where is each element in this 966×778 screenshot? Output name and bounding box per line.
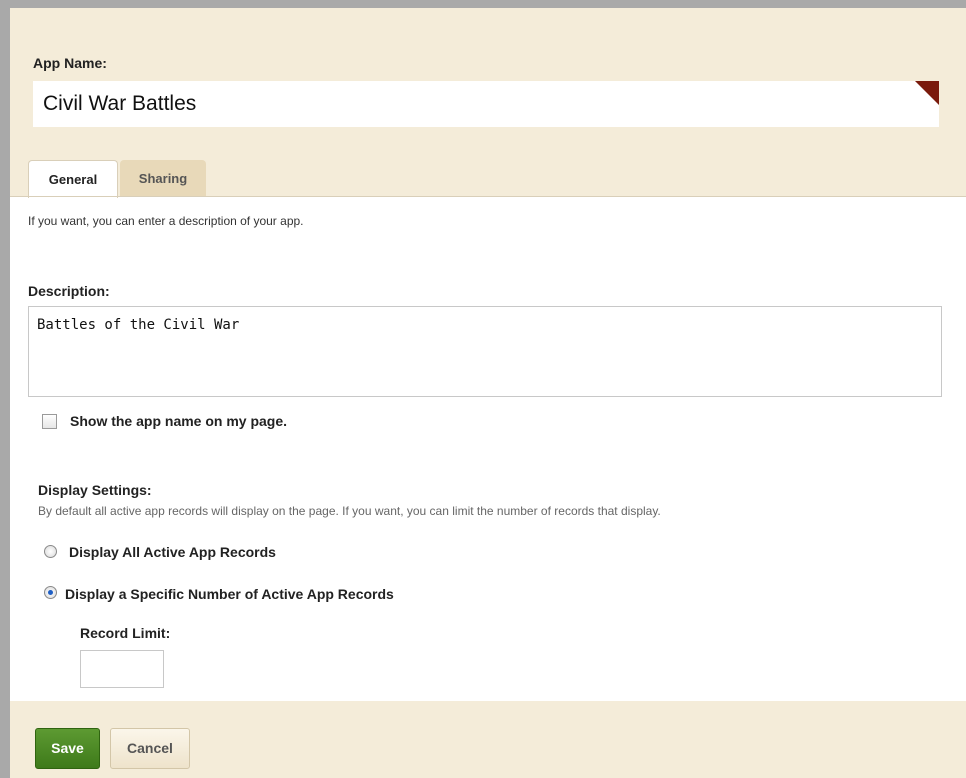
required-flag-icon <box>915 81 939 105</box>
record-limit-label: Record Limit: <box>80 625 171 641</box>
radio-display-specific-label[interactable]: Display a Specific Number of Active App … <box>65 586 394 602</box>
tab-general[interactable]: General <box>28 160 118 198</box>
show-app-name-label[interactable]: Show the app name on my page. <box>70 413 287 429</box>
app-name-label: App Name: <box>33 55 107 71</box>
description-label: Description: <box>28 283 110 299</box>
description-textarea[interactable]: Battles of the Civil War <box>28 306 942 397</box>
tab-divider <box>10 196 966 197</box>
cancel-button[interactable]: Cancel <box>110 728 190 769</box>
app-name-panel: App Name: Civil War Battles General Shar… <box>10 8 966 198</box>
display-settings-help: By default all active app records will d… <box>38 504 661 518</box>
tab-sharing[interactable]: Sharing <box>120 160 206 197</box>
display-settings-label: Display Settings: <box>38 482 152 498</box>
app-name-input[interactable]: Civil War Battles <box>33 81 939 127</box>
record-limit-input[interactable] <box>80 650 164 688</box>
radio-display-all[interactable] <box>44 545 57 558</box>
window-frame-top <box>0 0 966 8</box>
intro-text: If you want, you can enter a description… <box>28 214 304 228</box>
radio-display-specific[interactable] <box>44 586 57 599</box>
window-frame-left <box>0 0 10 778</box>
show-app-name-checkbox[interactable] <box>42 414 57 429</box>
footer-panel: Save Cancel <box>10 701 966 778</box>
radio-selected-dot <box>48 590 53 595</box>
save-button[interactable]: Save <box>35 728 100 769</box>
radio-display-all-label[interactable]: Display All Active App Records <box>69 544 276 560</box>
